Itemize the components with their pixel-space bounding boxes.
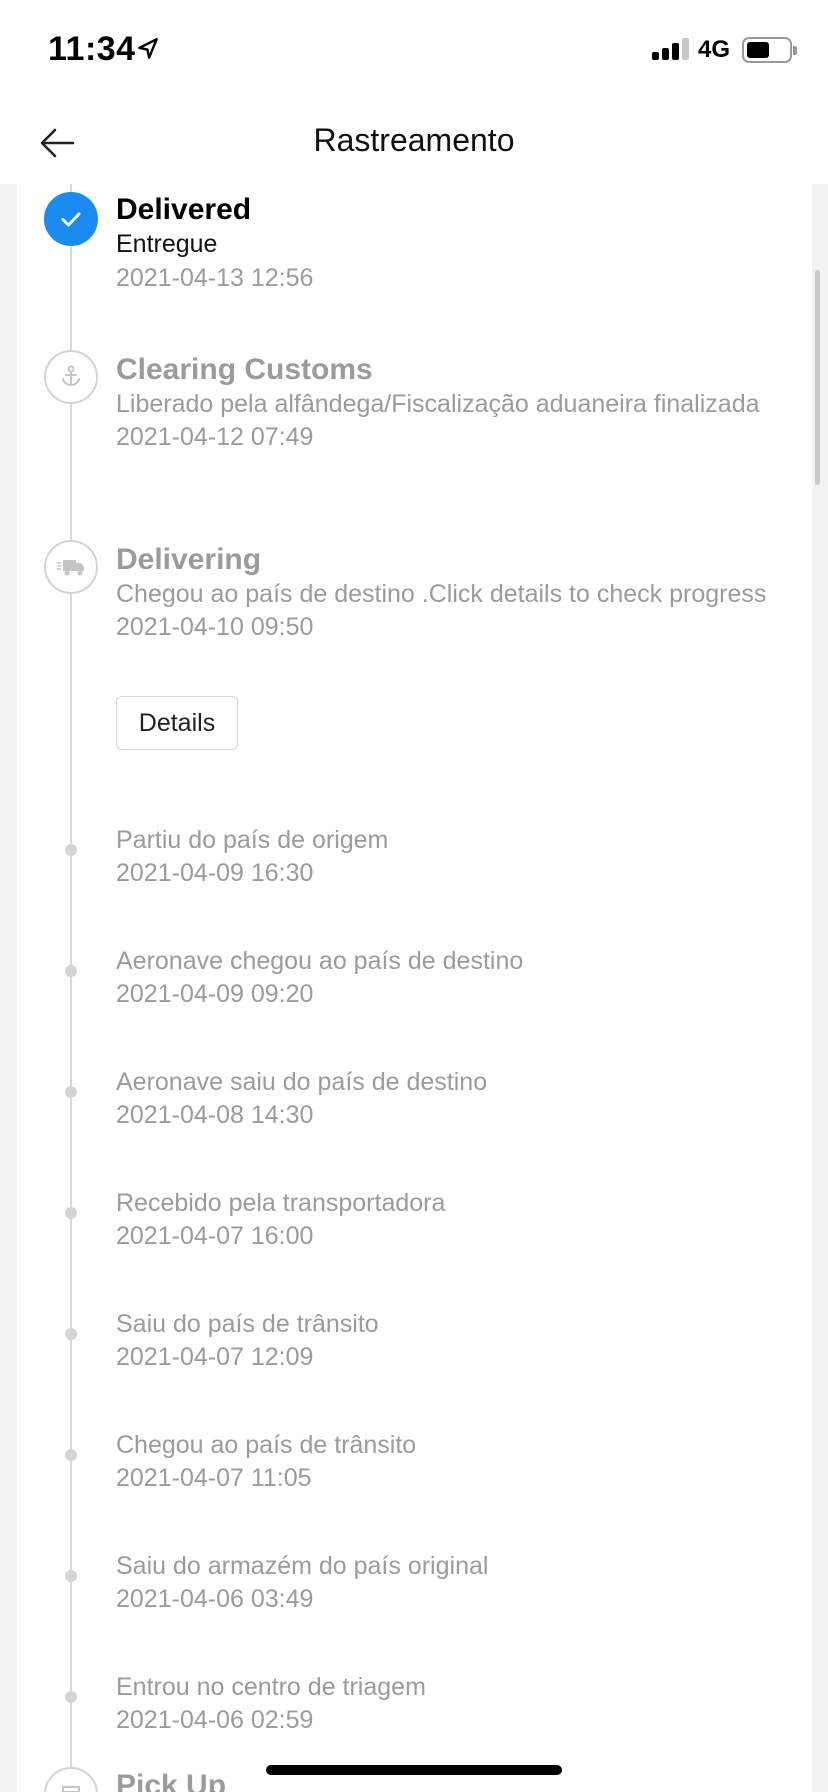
anchor-icon [44, 350, 98, 404]
timeline-dot [65, 1449, 77, 1461]
event-date: 2021-04-06 02:59 [116, 1706, 314, 1734]
event-description: Saiu do armazém do país original [116, 1552, 489, 1580]
timeline-dot [65, 1086, 77, 1098]
event-description: Aeronave chegou ao país de destino [116, 947, 524, 975]
home-indicator[interactable] [266, 1765, 562, 1775]
timeline-dot [65, 1207, 77, 1219]
location-arrow-icon [138, 38, 158, 59]
scrollbar[interactable] [815, 270, 820, 485]
stage-title: Clearing Customs [116, 353, 373, 386]
timeline-line [70, 184, 72, 1792]
event-date: 2021-04-07 12:09 [116, 1343, 314, 1371]
event-description: Saiu do país de trânsito [116, 1310, 379, 1338]
timeline-dot [65, 844, 77, 856]
event-description: Entrou no centro de triagem [116, 1673, 426, 1701]
network-type: 4G [698, 36, 731, 63]
stage-description: Chegou ao país de destino .Click details… [116, 580, 767, 608]
status-time: 11:34 [48, 30, 136, 68]
stage-date: 2021-04-12 07:49 [116, 423, 314, 451]
check-icon [44, 192, 98, 246]
timeline-dot [65, 1691, 77, 1703]
truck-icon [44, 540, 98, 594]
event-description: Aeronave saiu do país de destino [116, 1068, 488, 1096]
details-button[interactable]: Details [116, 696, 238, 750]
status-bar: 11:34 4G [0, 0, 828, 100]
event-date: 2021-04-09 09:20 [116, 980, 314, 1008]
stage-date: 2021-04-13 12:56 [116, 264, 314, 292]
event-description: Partiu do país de origem [116, 826, 389, 854]
event-description: Chegou ao país de trânsito [116, 1431, 417, 1459]
event-date: 2021-04-06 03:49 [116, 1585, 314, 1613]
stage-date: 2021-04-10 09:50 [116, 613, 314, 641]
event-date: 2021-04-08 14:30 [116, 1101, 314, 1129]
event-date: 2021-04-07 11:05 [116, 1464, 312, 1492]
tracking-card[interactable]: Delivered Entregue 2021-04-13 12:56 Clea… [17, 184, 812, 1792]
stage-title: Delivered [116, 193, 252, 226]
package-icon [44, 1767, 98, 1792]
event-date: 2021-04-09 16:30 [116, 859, 314, 887]
timeline-dot [65, 1328, 77, 1340]
stage-description: Entregue [116, 230, 218, 258]
nav-bar: Rastreamento [0, 100, 828, 184]
event-date: 2021-04-07 16:00 [116, 1222, 314, 1250]
battery-icon [742, 37, 797, 63]
stage-description: Liberado pela alfândega/Fiscalização adu… [116, 390, 760, 418]
stage-title: Delivering [116, 543, 262, 576]
event-description: Recebido pela transportadora [116, 1189, 446, 1217]
timeline-dot [65, 1570, 77, 1582]
cellular-signal-icon [652, 38, 690, 60]
page-title: Rastreamento [313, 122, 515, 158]
timeline-dot [65, 965, 77, 977]
